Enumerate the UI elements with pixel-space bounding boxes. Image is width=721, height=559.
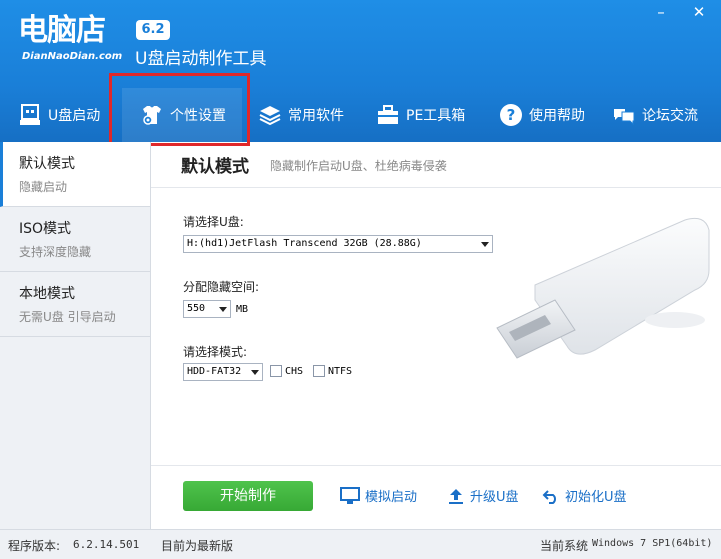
upgrade-usb-button[interactable]: 升级U盘 [447,486,519,505]
page-subtitle: 隐藏制作启动U盘、杜绝病毒侵袭 [270,159,447,173]
system-value: Windows 7 SP1(64bit) [592,538,713,549]
tab-label: 论坛交流 [642,108,698,124]
space-select[interactable]: 550 [183,300,231,318]
layers-icon [258,103,282,127]
tab-forum[interactable]: 论坛交流 [612,88,698,142]
sidebar-item-desc: 无需U盘 引导启动 [19,310,116,324]
status-bar: 程序版本: 6.2.14.501 目前为最新版 当前系统 Windows 7 S… [0,529,721,559]
chat-icon [612,103,636,127]
monitor-icon [340,486,360,504]
simulate-boot-button[interactable]: 模拟启动 [340,486,417,505]
undo-icon [542,489,556,504]
chs-label: CHS [285,366,304,377]
chevron-down-icon [219,307,227,312]
space-unit: MB [236,304,249,315]
version-label: 程序版本: [8,539,61,553]
close-icon: ✕ [692,3,706,21]
simulate-boot-label: 模拟启动 [365,490,418,505]
init-usb-label: 初始化U盘 [565,490,627,505]
space-label: 分配隐藏空间: [183,280,260,294]
ntfs-label: NTFS [328,366,353,377]
sidebar-item-desc: 隐藏启动 [19,180,68,194]
version-badge: 6.2 [136,20,170,40]
tab-label: 常用软件 [288,108,344,124]
mode-label: 请选择模式: [183,345,248,359]
mode-select-value: HDD-FAT32 [187,366,242,377]
close-button[interactable]: ✕ [684,2,714,24]
app-tagline: U盘启动制作工具 [135,49,267,69]
start-button[interactable]: 开始制作 [183,481,313,511]
chevron-down-icon [251,370,259,375]
upgrade-usb-label: 升级U盘 [470,490,519,505]
usb-drive-illustration [496,217,710,359]
sidebar-item-title: 默认模式 [19,156,75,172]
logo-domain: DianNaoDian.com [22,51,123,62]
init-usb-button[interactable]: 初始化U盘 [542,486,627,505]
sidebar-item-title: 本地模式 [19,286,75,302]
tab-pe-toolbox[interactable]: PE工具箱 [376,88,465,142]
tab-help[interactable]: ? 使用帮助 [499,88,585,142]
sidebar-item-title: ISO模式 [19,221,72,237]
tab-usb-boot[interactable]: U盘启动 [18,88,100,142]
title-divider [151,187,721,188]
usb-drive-icon [18,103,42,127]
toolbox-icon [376,103,400,127]
tab-label: U盘启动 [48,108,101,124]
chevron-down-icon [481,242,489,247]
app-logo: 电脑店 [18,13,106,48]
mode-select[interactable]: HDD-FAT32 [183,363,263,381]
minimize-icon: – [657,3,665,21]
usb-select-value: H:(hd1)JetFlash Transcend 32GB (28.88G) [187,238,422,249]
svg-text:?: ? [507,106,516,124]
sidebar-item-local-mode[interactable]: 本地模式 无需U盘 引导启动 [0,272,150,337]
tab-label: PE工具箱 [406,108,466,124]
version-value: 6.2.14.501 [73,538,140,551]
usb-select-label: 请选择U盘: [183,215,244,229]
minimize-button[interactable]: – [646,2,676,24]
space-select-value: 550 [187,303,206,314]
tab-label: 使用帮助 [529,108,585,124]
page-title: 默认模式 [181,157,249,177]
question-icon: ? [499,103,523,127]
system-label: 当前系统 [540,539,589,553]
sidebar-item-default-mode[interactable]: 默认模式 隐藏启动 [0,142,150,207]
sidebar-item-desc: 支持深度隐藏 [19,245,92,259]
tab-software[interactable]: 常用软件 [258,88,344,142]
highlight-annotation [109,73,250,146]
ntfs-checkbox[interactable] [313,365,325,377]
upload-icon [449,488,463,504]
usb-select[interactable]: H:(hd1)JetFlash Transcend 32GB (28.88G) [183,235,493,253]
sidebar-item-iso-mode[interactable]: ISO模式 支持深度隐藏 [0,207,150,272]
chs-checkbox[interactable] [270,365,282,377]
mode-sidebar: 默认模式 隐藏启动 ISO模式 支持深度隐藏 本地模式 无需U盘 引导启动 [0,142,151,529]
update-status: 目前为最新版 [161,539,234,553]
